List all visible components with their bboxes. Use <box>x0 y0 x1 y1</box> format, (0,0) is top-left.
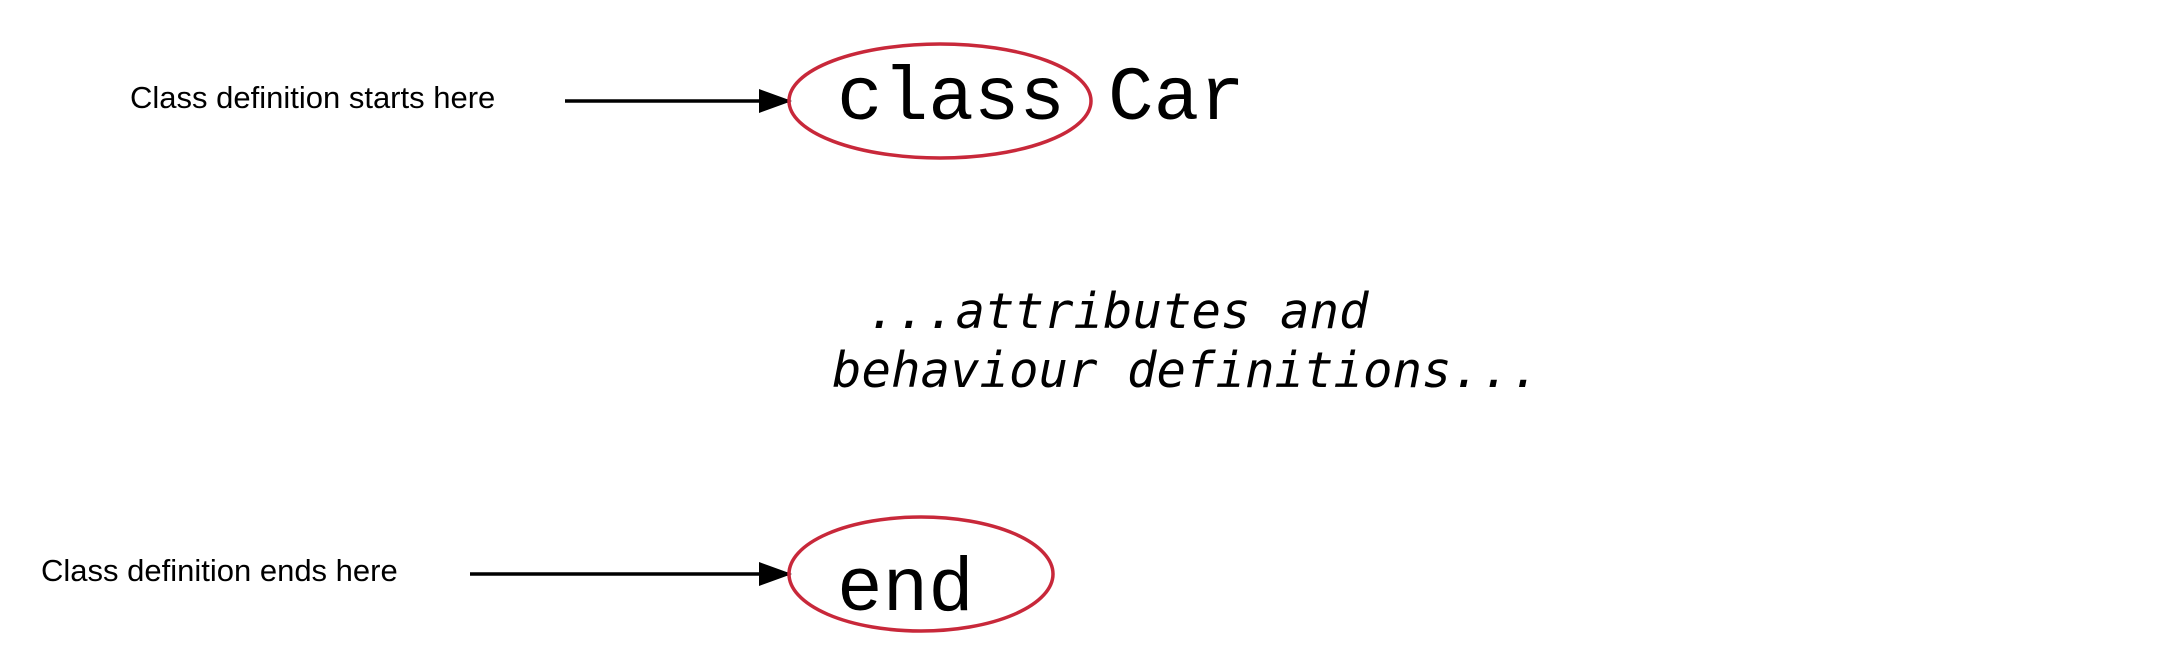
start-arrowhead <box>759 89 792 113</box>
end-keyword: end <box>837 547 974 633</box>
end-arrowhead <box>759 562 792 586</box>
class-definition-diagram: Class definition starts here class Car .… <box>41 42 1540 633</box>
body-comment-line-2: behaviour definitions... <box>832 342 1540 399</box>
class-name: Car <box>1108 56 1245 142</box>
class-keyword: class <box>837 56 1065 142</box>
body-comment-line-1: ...attributes and <box>867 283 1369 340</box>
start-annotation-label: Class definition starts here <box>130 80 495 115</box>
end-annotation-label: Class definition ends here <box>41 553 398 588</box>
